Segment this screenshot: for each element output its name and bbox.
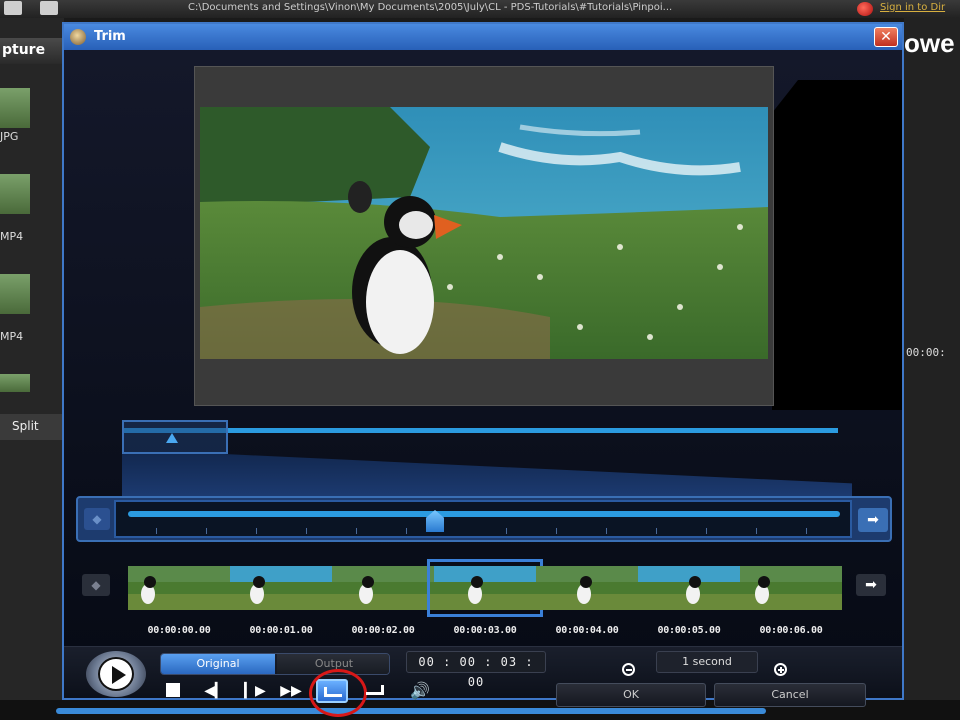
dialog-title: Trim (94, 29, 126, 44)
scrub-left-button[interactable]: ◆ (84, 508, 110, 530)
overview-track[interactable] (122, 420, 838, 456)
previous-frame-icon[interactable]: ◀▎ (202, 683, 228, 703)
frame-image (230, 566, 332, 610)
zoom-level: 1 second (656, 651, 758, 673)
frame-thumbnail[interactable] (332, 566, 434, 610)
split-button[interactable]: Split (0, 414, 64, 440)
filmstrip: ◆ ➡ (76, 556, 892, 617)
highlight-circle (309, 669, 367, 717)
tick (606, 528, 607, 534)
frame-image (536, 566, 638, 610)
scrub-right-button[interactable]: ➡ (858, 508, 888, 532)
tick (156, 528, 157, 534)
scrollbar-thumb[interactable] (56, 708, 766, 714)
new-file-icon[interactable] (4, 1, 22, 15)
frame-time-label: 00:00:02.00 (351, 625, 415, 636)
cancel-button[interactable]: Cancel (714, 683, 866, 707)
control-bar: Original Output 00 : 00 : 03 : 00 ◀▎ ▎▶ … (64, 646, 902, 717)
tick (256, 528, 257, 534)
tick (306, 528, 307, 534)
zoom-fan (122, 454, 852, 496)
tick (706, 528, 707, 534)
media-label: JPG (0, 130, 19, 143)
frame-image (638, 566, 740, 610)
stop-icon[interactable] (164, 683, 182, 703)
tick (406, 528, 407, 534)
video-preview (194, 66, 774, 406)
signin-icon[interactable] (857, 2, 873, 16)
scrub-track[interactable] (114, 500, 852, 538)
tick (806, 528, 807, 534)
stage-backdrop (772, 80, 902, 410)
frame-image (740, 566, 842, 610)
scrub-bar: ◆ ➡ (76, 496, 892, 542)
filmstrip-right-button[interactable]: ➡ (856, 574, 886, 596)
close-button[interactable]: ✕ (874, 27, 898, 47)
scrub-line (128, 511, 840, 517)
frame-image (128, 566, 230, 610)
capture-tab[interactable]: pture (0, 38, 64, 64)
frame-image (434, 566, 536, 610)
frame-time-label: 00:00:06.00 (759, 625, 823, 636)
mark-out-icon (366, 685, 384, 695)
next-frame-icon[interactable]: ▎▶ (242, 683, 268, 703)
volume-icon[interactable]: 🔊 (410, 681, 436, 701)
right-panel: owe 00:00: (904, 18, 960, 720)
frame-time-label: 00:00:03.00 (453, 625, 517, 636)
frame-thumbnail[interactable] (638, 566, 740, 610)
tick (506, 528, 507, 534)
frame-thumbnail[interactable] (740, 566, 842, 610)
frame-thumbnail[interactable] (230, 566, 332, 610)
preview-timecode: 00:00: (906, 346, 946, 359)
media-thumb[interactable] (0, 274, 30, 314)
timecode-display[interactable]: 00 : 00 : 03 : 00 (406, 651, 546, 689)
tick (356, 528, 357, 534)
tick (656, 528, 657, 534)
overview-handle[interactable] (166, 433, 178, 443)
frame-thumbnail[interactable] (427, 559, 543, 617)
tick (756, 528, 757, 534)
view-mode-toggle: Original Output (160, 653, 390, 675)
signin-link[interactable]: Sign in to Dir (880, 2, 945, 13)
play-button[interactable] (86, 651, 146, 697)
frame-thumbnail[interactable] (128, 566, 230, 610)
overview-line (122, 428, 838, 433)
dialog-body: ◆ ➡ ◆ ➡ Original Output 00: 00: 03: 0… (64, 50, 902, 717)
frame-time-label: 00:00:05.00 (657, 625, 721, 636)
media-library-panel: pture JPG MP4 MP4 Split (0, 18, 64, 720)
media-thumb[interactable] (0, 374, 30, 392)
fast-forward-icon[interactable]: ▶▶ (278, 683, 304, 703)
frame-time-label: 00:00:01.00 (249, 625, 313, 636)
frame-time-label: 00:00:00.00 (147, 625, 211, 636)
zoom-in-icon[interactable] (772, 661, 792, 681)
ok-button[interactable]: OK (556, 683, 706, 707)
media-thumb[interactable] (0, 88, 30, 128)
tick (206, 528, 207, 534)
tick (556, 528, 557, 534)
open-folder-icon[interactable] (40, 1, 58, 15)
media-label: MP4 (0, 230, 24, 243)
puffin-video-frame (200, 107, 768, 359)
frame-thumbnail[interactable] (536, 566, 638, 610)
play-icon (98, 657, 134, 691)
zoom-window[interactable] (122, 420, 228, 454)
mark-out-button[interactable] (362, 681, 390, 701)
app-titlebar: C:\Documents and Settings\Vinon\My Docum… (0, 0, 960, 18)
trim-dialog: Trim ✕ ◆ ➡ ◆ ➡ Original Output 00: 00:… (62, 22, 904, 717)
app-title-path: C:\Documents and Settings\Vinon\My Docum… (188, 2, 673, 13)
original-mode-button[interactable]: Original (161, 654, 275, 674)
filmstrip-left-button[interactable]: ◆ (82, 574, 110, 596)
frame-image (332, 566, 434, 610)
frame-time-label: 00:00:04.00 (555, 625, 619, 636)
dialog-titlebar: Trim ✕ (64, 24, 902, 50)
brand-title: owe (904, 28, 955, 58)
zoom-out-icon[interactable] (620, 661, 640, 681)
media-label: MP4 (0, 330, 24, 343)
app-icon (70, 29, 86, 45)
media-thumb[interactable] (0, 174, 30, 214)
